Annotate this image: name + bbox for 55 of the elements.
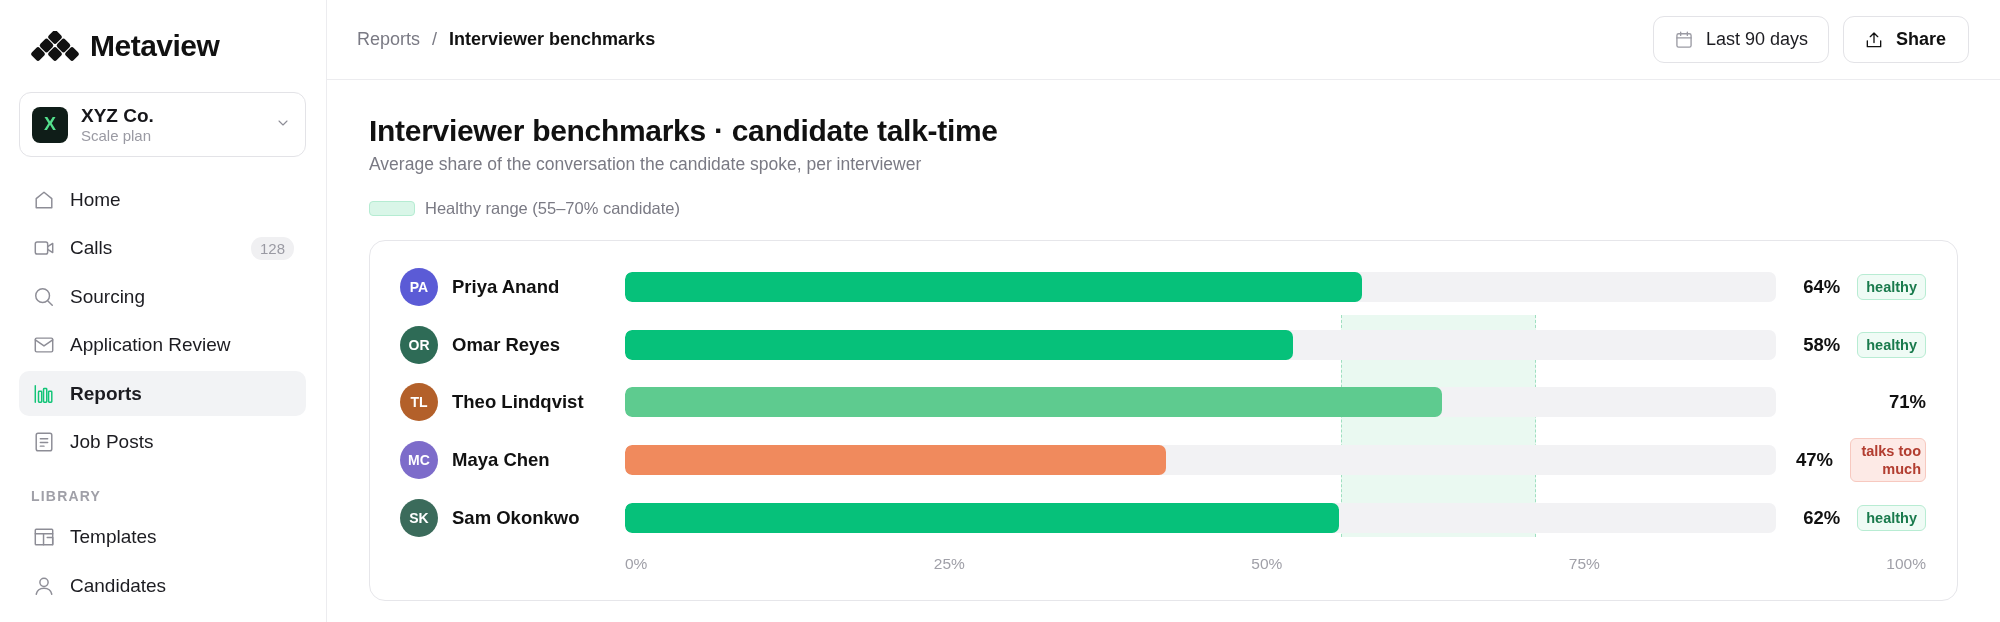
search-icon xyxy=(33,285,55,308)
count-badge: 128 xyxy=(250,236,294,260)
breadcrumb-current: Interviewer benchmarks xyxy=(449,29,656,50)
axis-tick-label: 0% xyxy=(625,554,648,573)
avatar: SK xyxy=(400,498,438,537)
interviewer-name: Sam Okonkwo xyxy=(452,506,580,529)
report-subtitle: Average share of the conversation the candidate spoke, per interviewer xyxy=(369,153,923,175)
axis-tick-label: 75% xyxy=(1568,554,1600,573)
talk-time-value: 47% xyxy=(1795,449,1833,472)
breadcrumb-separator: / xyxy=(432,29,438,50)
workspace-logo: X xyxy=(32,106,68,143)
nav-item[interactable]: Templates xyxy=(19,514,306,560)
talk-time-value: 64% xyxy=(1803,276,1841,298)
document-icon xyxy=(33,431,55,453)
legend-label: Healthy range (55–70% candidate) xyxy=(425,198,680,218)
legend-swatch-icon xyxy=(369,200,415,216)
avatar: PA xyxy=(400,268,438,306)
status-tag: healthy xyxy=(1857,504,1926,531)
workspace-plan: Scale plan xyxy=(81,126,153,145)
nav-item[interactable]: Sourcing xyxy=(19,274,306,319)
talk-time-value: 62% xyxy=(1803,506,1841,529)
avatar: TL xyxy=(400,383,438,422)
date-range-button[interactable]: Last 90 days xyxy=(1652,16,1829,63)
interviewer-name: Maya Chen xyxy=(452,449,550,472)
workspace-name: XYZ Co. xyxy=(81,104,155,127)
layout-template-icon xyxy=(33,526,55,548)
report-title: Interviewer benchmarks · candidate talk-time xyxy=(369,113,999,149)
breadcrumb-link[interactable]: Reports xyxy=(357,29,421,50)
logo-icon xyxy=(31,31,79,61)
axis-tick-label: 25% xyxy=(933,554,965,573)
avatar: OR xyxy=(400,325,438,364)
talk-time-value: 58% xyxy=(1803,333,1841,356)
avatar: MC xyxy=(400,441,438,480)
calendar-icon xyxy=(1673,29,1694,50)
share-button[interactable]: Share xyxy=(1842,16,1969,63)
status-tag: talks too much xyxy=(1850,438,1926,483)
nav-item[interactable]: Calls 128 xyxy=(19,225,306,271)
nav-item[interactable]: Application Review xyxy=(19,322,306,368)
axis-tick-label: 50% xyxy=(1251,554,1283,573)
workspace-switcher[interactable]: X XYZ Co. Scale plan xyxy=(19,92,306,157)
brand-name: Metaview xyxy=(90,29,220,63)
bar-chart-icon xyxy=(33,382,55,405)
talk-time-value: 71% xyxy=(1888,391,1926,414)
status-tag: healthy xyxy=(1857,274,1926,300)
interviewer-name: Priya Anand xyxy=(452,276,560,298)
nav-item[interactable]: Home xyxy=(19,177,306,222)
status-tag: healthy xyxy=(1857,331,1926,358)
nav-item[interactable]: Reports xyxy=(19,371,306,416)
nav-item[interactable]: Candidates xyxy=(19,563,306,608)
interviewer-name: Theo Lindqvist xyxy=(452,391,584,414)
interviewer-name: Omar Reyes xyxy=(452,333,560,356)
axis-tick-label: 100% xyxy=(1886,554,1926,573)
envelope-icon xyxy=(33,334,55,356)
section-heading: LIBRARY xyxy=(31,486,103,505)
nav-item[interactable]: Job Posts xyxy=(19,419,306,465)
